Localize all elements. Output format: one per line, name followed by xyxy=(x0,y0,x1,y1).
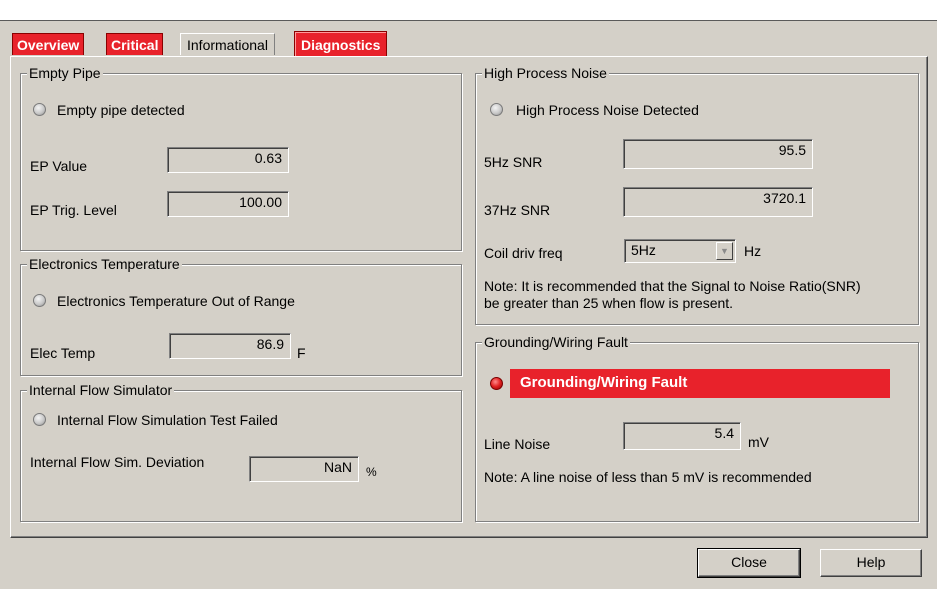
line-noise-unit: mV xyxy=(748,434,769,450)
close-button[interactable]: Close xyxy=(697,548,801,578)
electronics-temperature-indicator-icon xyxy=(33,294,46,307)
coil-drive-freq-value: 5Hz xyxy=(631,242,656,258)
line-noise-note: Note: A line noise of less than 5 mV is … xyxy=(484,469,812,485)
grounding-wiring-fault-group: Grounding/Wiring Fault Grounding/Wiring … xyxy=(475,333,919,522)
diagnostics-panel: Empty Pipe Empty pipe detected EP Value … xyxy=(10,56,928,538)
high-process-noise-group: High Process Noise High Process Noise De… xyxy=(475,64,919,325)
internal-flow-deviation-unit: % xyxy=(366,465,377,479)
internal-flow-simulator-title: Internal Flow Simulator xyxy=(27,381,175,399)
line-noise-label: Line Noise xyxy=(484,436,551,452)
tab-overview[interactable]: Overview xyxy=(12,33,85,55)
high-process-noise-title: High Process Noise xyxy=(482,64,609,82)
high-process-noise-status-label: High Process Noise Detected xyxy=(516,102,699,118)
line-noise-field: 5.4 xyxy=(623,422,741,450)
snr-37hz-label: 37Hz SNR xyxy=(484,202,551,218)
empty-pipe-indicator-icon xyxy=(33,103,46,116)
snr-37hz-field: 3720.1 xyxy=(623,187,813,217)
internal-flow-deviation-field: NaN xyxy=(249,456,359,482)
coil-drive-freq-select[interactable]: 5Hz ▼ xyxy=(624,239,736,263)
grounding-wiring-fault-alert: Grounding/Wiring Fault xyxy=(510,369,890,398)
elec-temp-label: Elec Temp xyxy=(30,345,96,361)
tab-diagnostics[interactable]: Diagnostics xyxy=(294,31,388,57)
internal-flow-simulator-group: Internal Flow Simulator Internal Flow Si… xyxy=(20,381,462,522)
ep-value-field: 0.63 xyxy=(167,147,289,173)
ep-value-label: EP Value xyxy=(30,158,88,174)
high-process-noise-indicator-icon xyxy=(490,103,503,116)
top-bar xyxy=(0,0,937,21)
diagnostics-dialog: Overview Critical Informational Diagnost… xyxy=(0,21,937,589)
internal-flow-simulation-indicator-icon xyxy=(33,413,46,426)
grounding-wiring-fault-indicator-icon xyxy=(490,377,503,390)
help-button[interactable]: Help xyxy=(820,549,922,577)
tab-critical[interactable]: Critical xyxy=(106,33,164,55)
empty-pipe-group: Empty Pipe Empty pipe detected EP Value … xyxy=(20,64,462,251)
grounding-wiring-fault-title: Grounding/Wiring Fault xyxy=(482,333,630,351)
empty-pipe-title: Empty Pipe xyxy=(27,64,103,82)
coil-drive-freq-label: Coil driv freq xyxy=(484,245,563,261)
snr-5hz-label: 5Hz SNR xyxy=(484,154,543,170)
chevron-down-icon[interactable]: ▼ xyxy=(716,242,733,260)
ep-trig-level-field: 100.00 xyxy=(167,191,289,217)
internal-flow-simulation-status-label: Internal Flow Simulation Test Failed xyxy=(57,412,278,428)
snr-note-line-1: Note: It is recommended that the Signal … xyxy=(484,278,861,294)
internal-flow-deviation-label: Internal Flow Sim. Deviation xyxy=(30,454,205,470)
snr-5hz-field: 95.5 xyxy=(623,139,813,169)
elec-temp-field: 86.9 xyxy=(169,333,291,359)
electronics-temperature-status-label: Electronics Temperature Out of Range xyxy=(57,293,295,309)
electronics-temperature-title: Electronics Temperature xyxy=(27,255,182,273)
snr-note-line-2: be greater than 25 when flow is present. xyxy=(484,295,734,311)
tab-informational[interactable]: Informational xyxy=(180,33,275,55)
elec-temp-unit: F xyxy=(297,345,306,361)
ep-trig-level-label: EP Trig. Level xyxy=(30,202,117,218)
electronics-temperature-group: Electronics Temperature Electronics Temp… xyxy=(20,255,462,376)
coil-drive-freq-unit: Hz xyxy=(744,243,762,259)
empty-pipe-status-label: Empty pipe detected xyxy=(57,102,185,118)
